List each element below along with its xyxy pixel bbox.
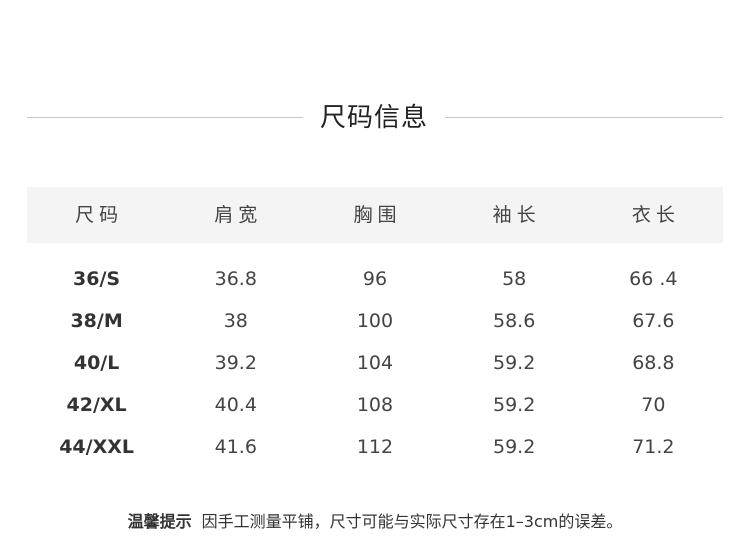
table-row: 42/XL 40.4 108 59.2 70 (27, 384, 723, 426)
size-cell: 36/S (73, 268, 121, 290)
shoulder-cell: 38 (223, 310, 248, 332)
sleeve-cell: 59.2 (493, 352, 536, 374)
table-row: 44/XXL 41.6 112 59.2 71.2 (27, 426, 723, 468)
header-size: 尺码 (75, 204, 124, 226)
size-cell: 42/XL (66, 394, 127, 416)
title-divider-right (445, 117, 723, 118)
chest-cell: 104 (356, 352, 394, 374)
chest-cell: 112 (356, 436, 394, 458)
header-shoulder: 肩宽 (214, 204, 263, 226)
table-row: 38/M 38 100 58.6 67.6 (27, 300, 723, 342)
table-row: 40/L 39.2 104 59.2 68.8 (27, 342, 723, 384)
chest-cell: 108 (356, 394, 394, 416)
sleeve-cell: 58.6 (493, 310, 536, 332)
section-title-row: 尺码信息 (27, 100, 723, 136)
measurement-note: 温馨提示 因手工测量平铺，尺寸可能与实际尺寸存在1–3cm的误差。 (0, 508, 750, 536)
length-cell: 70 (641, 394, 666, 416)
shoulder-cell: 40.4 (214, 394, 257, 416)
sleeve-cell: 59.2 (493, 394, 536, 416)
note-text: 因手工测量平铺，尺寸可能与实际尺寸存在1–3cm的误差。 (201, 512, 623, 531)
sleeve-cell: 59.2 (493, 436, 536, 458)
length-cell: 71.2 (632, 436, 675, 458)
length-cell: 68.8 (632, 352, 675, 374)
title-divider-left (27, 117, 303, 118)
size-cell: 38/M (70, 310, 123, 332)
size-table-header: 尺码 肩宽 胸围 袖长 衣长 (27, 187, 723, 243)
shoulder-cell: 36.8 (214, 268, 257, 290)
header-sleeve: 袖长 (492, 204, 541, 226)
chest-cell: 100 (356, 310, 394, 332)
header-chest: 胸围 (353, 204, 402, 226)
note-label: 温馨提示 (127, 512, 192, 531)
length-cell: 67.6 (632, 310, 675, 332)
table-row: 36/S 36.8 96 58 66 .4 (27, 258, 723, 300)
size-cell: 44/XXL (59, 436, 134, 458)
size-table-body: 36/S 36.8 96 58 66 .4 38/M 38 100 58.6 6… (27, 258, 723, 468)
size-cell: 40/L (73, 352, 120, 374)
shoulder-cell: 41.6 (214, 436, 257, 458)
shoulder-cell: 39.2 (214, 352, 257, 374)
header-length: 衣长 (631, 204, 680, 226)
sleeve-cell: 58 (502, 268, 527, 290)
length-cell: 66 .4 (629, 268, 678, 290)
chest-cell: 96 (362, 268, 388, 290)
page-title: 尺码信息 (319, 103, 428, 133)
